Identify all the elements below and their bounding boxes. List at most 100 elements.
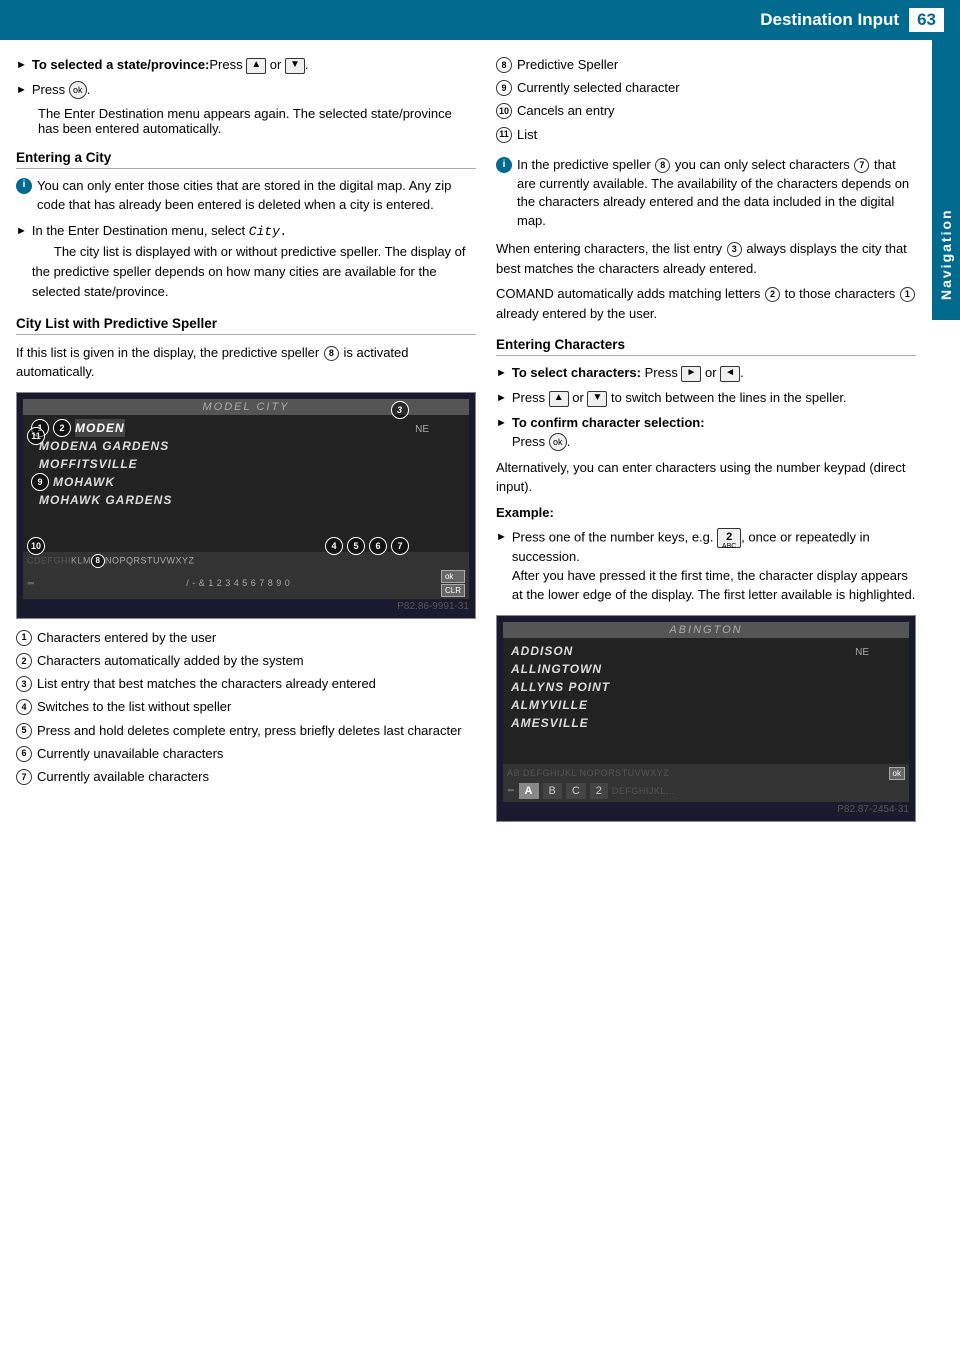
confirm-char-label: To confirm character selection: bbox=[512, 415, 705, 430]
state-province-section: ► To selected a state/province:Press ▲ o… bbox=[16, 56, 476, 136]
ss2-keyboard-chars: AB DEFGHIJKL NOPORSTUVWXYZ bbox=[507, 768, 669, 778]
legend-item-4: 4 Switches to the list without speller bbox=[16, 698, 476, 716]
num1-badge: 1 bbox=[900, 287, 915, 302]
ss1-item4: MOHAWK bbox=[53, 473, 115, 491]
screenshot2-caption: P82.87-2454-31 bbox=[503, 804, 909, 815]
city-bullet1-desc: The city list is displayed with or witho… bbox=[32, 244, 466, 299]
ok-btn2[interactable]: ok bbox=[549, 433, 567, 451]
legend-text-9: Currently selected character bbox=[517, 79, 680, 97]
key-right-btn[interactable]: ► bbox=[681, 366, 701, 382]
key-2-btn[interactable]: 2 ABC bbox=[717, 528, 741, 548]
switch-lines-bullet: ► Press ▲ or ▼ to switch between the lin… bbox=[496, 389, 916, 408]
ss2-ok: ok bbox=[889, 767, 905, 780]
screenshot1-caption: P82.86-9991-31 bbox=[23, 601, 469, 612]
numbered-items: 8 Predictive Speller 9 Currently selecte… bbox=[496, 56, 916, 144]
ss2-item1: ADDISON bbox=[511, 642, 901, 660]
legend-num-9: 9 bbox=[496, 80, 512, 96]
arrow-icon5: ► bbox=[496, 391, 507, 407]
separator: KLM bbox=[71, 555, 91, 565]
entering-city-heading: Entering a City bbox=[16, 150, 476, 169]
speller-info-text: In the predictive speller 8 you can only… bbox=[517, 156, 916, 231]
select-chars-text: To select characters: Press ► or ◄. bbox=[512, 364, 744, 383]
screenshot2-container: ABINGTON ADDISON ALLINGTOWN ALLYNS POINT… bbox=[496, 615, 916, 822]
legend-text-8: Predictive Speller bbox=[517, 56, 618, 74]
available-chars: NOPQRSTUVWXYZ bbox=[105, 555, 195, 565]
ss1-item5: MOHAWK GARDENS bbox=[31, 491, 172, 509]
badge5: 5 bbox=[347, 537, 365, 555]
ss2-header: ABINGTON bbox=[503, 622, 909, 638]
legend-text-2: Characters automatically added by the sy… bbox=[37, 652, 304, 670]
legend: 1 Characters entered by the user 2 Chara… bbox=[16, 629, 476, 786]
ss2-item3: ALLYNS POINT bbox=[511, 678, 901, 696]
num-row: / - & 1 2 3 4 5 6 7 8 9 0 bbox=[186, 578, 290, 588]
legend-num-4: 4 bbox=[16, 699, 32, 715]
ss1-item3: MOFFITSVILLE bbox=[31, 455, 461, 473]
entering-chars-heading: Entering Characters bbox=[496, 337, 916, 356]
select-chars-label: To select characters: bbox=[512, 365, 641, 380]
key-up-btn2[interactable]: ▲ bbox=[549, 391, 569, 407]
arrow-icon6: ► bbox=[496, 416, 507, 432]
example-text: Press one of the number keys, e.g. 2 ABC… bbox=[512, 528, 916, 605]
badge9: 9 bbox=[31, 473, 49, 491]
key-up-btn[interactable]: ▲ bbox=[246, 58, 266, 74]
example-bullet: ► Press one of the number keys, e.g. 2 A… bbox=[496, 528, 916, 605]
legend-item-10: 10 Cancels an entry bbox=[496, 102, 916, 120]
legend-num-3: 3 bbox=[16, 676, 32, 692]
ok-btn[interactable]: ok bbox=[69, 81, 87, 99]
ss2-item2: ALLINGTOWN bbox=[511, 660, 901, 678]
num2-badge: 2 bbox=[765, 287, 780, 302]
legend-num-5: 5 bbox=[16, 723, 32, 739]
ss2-list: ADDISON ALLINGTOWN ALLYNS POINT ALMYVILL… bbox=[503, 642, 909, 732]
legend-num-1: 1 bbox=[16, 630, 32, 646]
legend-item-3: 3 List entry that best matches the chara… bbox=[16, 675, 476, 693]
list-row-4: 9 MOHAWK bbox=[31, 473, 461, 491]
legend-num-10: 10 bbox=[496, 103, 512, 119]
key-2-digit: 2 bbox=[726, 532, 732, 543]
city-info-text: You can only enter those cities that are… bbox=[37, 177, 476, 215]
left-column: ► To selected a state/province:Press ▲ o… bbox=[16, 56, 476, 832]
ok-label: ok bbox=[441, 570, 465, 583]
ss1-header: MODEL CITY 3 bbox=[23, 399, 469, 415]
legend-text-10: Cancels an entry bbox=[517, 102, 615, 120]
legend-num-8: 8 bbox=[496, 57, 512, 73]
legend-item-1: 1 Characters entered by the user bbox=[16, 629, 476, 647]
ok-clr-area: ok CLR bbox=[441, 570, 465, 597]
example-label: Example: bbox=[496, 503, 916, 523]
confirm-char-bullet: ► To confirm character selection: Press … bbox=[496, 414, 916, 452]
badge7: 7 bbox=[391, 537, 409, 555]
key-down-btn2[interactable]: ▼ bbox=[587, 391, 607, 407]
list-entry-para: When entering characters, the list entry… bbox=[496, 239, 916, 278]
legend-item-9: 9 Currently selected character bbox=[496, 79, 916, 97]
key-down-btn[interactable]: ▼ bbox=[285, 58, 305, 74]
screenshot1-container: MODEL CITY 3 1 2 MODEN MODENA GARDENS MO… bbox=[16, 392, 476, 619]
num8-inline: 8 bbox=[324, 346, 339, 361]
badge4: 4 bbox=[325, 537, 343, 555]
legend-text-11: List bbox=[517, 126, 537, 144]
badge3: 3 bbox=[391, 401, 409, 419]
ss2-c: C bbox=[566, 783, 586, 799]
legend-item-7: 7 Currently available characters bbox=[16, 768, 476, 786]
state-province-bullet2: ► Press ok. bbox=[16, 81, 476, 100]
legend-num-2: 2 bbox=[16, 653, 32, 669]
ss2-highlight-a: A bbox=[519, 783, 539, 799]
screenshot1: MODEL CITY 3 1 2 MODEN MODENA GARDENS MO… bbox=[23, 399, 469, 599]
key-left-btn[interactable]: ◄ bbox=[720, 366, 740, 382]
legend-text-5: Press and hold deletes complete entry, p… bbox=[37, 722, 462, 740]
back-icon: ⬅ bbox=[27, 578, 36, 588]
legend-item-6: 6 Currently unavailable characters bbox=[16, 745, 476, 763]
badge11: 11 bbox=[27, 427, 45, 445]
bullet1-text: To selected a state/province:Press ▲ or … bbox=[32, 56, 309, 75]
unavailable-chars: CDEFGHI bbox=[27, 555, 71, 565]
num8-badge: 8 bbox=[655, 158, 670, 173]
navigation-tab: Navigation bbox=[932, 40, 960, 320]
arrow-icon3: ► bbox=[16, 224, 27, 240]
list-row-5: MOHAWK GARDENS bbox=[31, 491, 461, 509]
badge6: 6 bbox=[369, 537, 387, 555]
bullet1-label: To selected a state/province: bbox=[32, 57, 210, 72]
state-description: The Enter Destination menu appears again… bbox=[16, 106, 476, 136]
city-list-desc: If this list is given in the display, th… bbox=[16, 343, 476, 382]
city-bullet1-text: In the Enter Destination menu, select Ci… bbox=[32, 222, 476, 301]
legend-item-8: 8 Predictive Speller bbox=[496, 56, 916, 74]
legend-text-4: Switches to the list without speller bbox=[37, 698, 231, 716]
num7-badge: 7 bbox=[854, 158, 869, 173]
